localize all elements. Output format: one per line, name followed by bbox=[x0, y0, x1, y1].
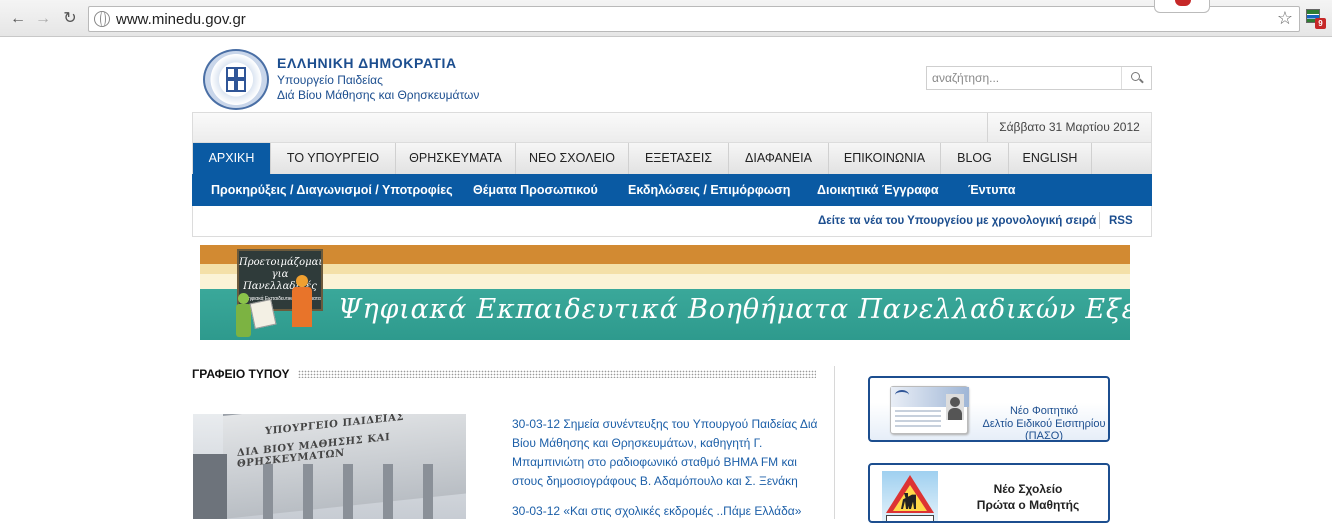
board-line-1: Προετοιμάζομαι bbox=[239, 257, 323, 268]
bookmark-star-icon[interactable]: ☆ bbox=[1277, 8, 1293, 29]
extension-badge: 9 bbox=[1315, 18, 1326, 29]
reload-icon[interactable]: ↻ bbox=[60, 9, 80, 29]
url-text[interactable]: www.minedu.gov.gr bbox=[116, 11, 246, 28]
subnav-forms[interactable]: Έντυπα bbox=[968, 174, 1015, 206]
browser-toolbar: ← → ↻ www.minedu.gov.gr ☆ 9 bbox=[0, 0, 1332, 37]
nav-blog[interactable]: BLOG bbox=[941, 143, 1009, 174]
paso-line-2: Δελτίο Ειδικού Εισιτηρίου bbox=[982, 418, 1106, 430]
forward-arrow-icon[interactable]: → bbox=[33, 9, 53, 29]
nav-exams[interactable]: ΕΞΕΤΑΣΕΙΣ bbox=[629, 143, 729, 174]
chronological-news-link[interactable]: Δείτε τα νέα του Υπουργείου με χρονολογι… bbox=[818, 206, 1096, 236]
nav-english[interactable]: ENGLISH bbox=[1009, 143, 1092, 174]
new-school-line-2: Πρώτα ο Μαθητής bbox=[976, 498, 1080, 512]
rss-link[interactable]: RSS bbox=[1109, 206, 1133, 236]
banner-title: Ψηφιακά Εκπαιδευτικά Βοηθήματα Πανελλαδι… bbox=[338, 294, 1130, 325]
nav-home[interactable]: ΑΡΧΙΚΗ bbox=[193, 143, 271, 174]
nav-religion[interactable]: ΘΡΗΣΚΕΥΜΑΤΑ bbox=[396, 143, 516, 174]
back-arrow-icon[interactable]: ← bbox=[8, 9, 28, 29]
sub-nav: Προκηρύξεις / Διαγωνισμοί / Υποτροφίες Θ… bbox=[192, 174, 1152, 206]
extension-popup-tab bbox=[1154, 0, 1210, 13]
school-sign-icon bbox=[882, 471, 938, 521]
org-title[interactable]: ΕΛΛΗΝΙΚΗ ΔΗΜΟΚΡΑΤΙΑ bbox=[277, 55, 457, 71]
address-bar[interactable]: www.minedu.gov.gr ☆ bbox=[88, 6, 1300, 32]
press-item-2[interactable]: 30-03-12 «Και στις σχολικές εκδρομές ..Π… bbox=[512, 502, 822, 521]
search-box bbox=[926, 66, 1152, 90]
subnav-admin-docs[interactable]: Διοικητικά Έγγραφα bbox=[817, 174, 939, 206]
press-office-heading: ΓΡΑΦΕΙΟ ΤΥΠΟΥ bbox=[192, 367, 290, 381]
news-links-bar: Δείτε τα νέα του Υπουργείου με χρονολογι… bbox=[192, 206, 1152, 237]
globe-icon bbox=[94, 11, 110, 27]
subnav-tenders[interactable]: Προκηρύξεις / Διαγωνισμοί / Υποτροφίες bbox=[211, 174, 453, 206]
org-subtitle-lifelong: Διά Βίου Μάθησης και Θρησκευμάτων bbox=[277, 88, 480, 102]
nav-ministry[interactable]: ΤΟ ΥΠΟΥΡΓΕΙΟ bbox=[271, 143, 396, 174]
student-card-icon bbox=[890, 386, 969, 434]
subnav-personnel[interactable]: Θέματα Προσωπικού bbox=[473, 174, 598, 206]
search-icon[interactable] bbox=[1121, 67, 1151, 89]
paso-line-3: (ΠΑΣΟ) bbox=[1025, 430, 1063, 442]
subnav-events[interactable]: Εκδηλώσεις / Επιμόρφωση bbox=[628, 174, 790, 206]
ministry-building-photo[interactable]: ΥΠΟΥΡΓΕΙΟ ΠΑΙΔΕΙΑΣ ΔΙΑ ΒΙΟΥ ΜΑΘΗΣΗΣ ΚΑΙ … bbox=[193, 414, 466, 519]
main-nav: ΑΡΧΙΚΗ ΤΟ ΥΠΟΥΡΓΕΙΟ ΘΡΗΣΚΕΥΜΑΤΑ ΝΕΟ ΣΧΟΛ… bbox=[192, 143, 1152, 174]
exams-banner[interactable]: Προετοιμάζομαι για Πανελλαδικές Ψηφιακά … bbox=[200, 245, 1130, 340]
current-date: Σάββατο 31 Μαρτίου 2012 bbox=[987, 113, 1151, 142]
date-bar: Σάββατο 31 Μαρτίου 2012 bbox=[192, 112, 1152, 143]
org-subtitle-ministry: Υπουργείο Παιδείας bbox=[277, 73, 383, 87]
extension-icon[interactable]: 9 bbox=[1306, 9, 1326, 29]
nav-transparency[interactable]: ΔΙΑΦΑΝΕΙΑ bbox=[729, 143, 829, 174]
cross-shield-icon bbox=[226, 67, 246, 92]
press-item-1[interactable]: 30-03-12 Σημεία συνέντευξης του Υπουργού… bbox=[512, 415, 822, 491]
greek-seal-logo[interactable] bbox=[203, 49, 269, 110]
teacher-figure-icon bbox=[286, 275, 320, 337]
paso-line-1: Νέο Φοιτητικό bbox=[1009, 405, 1079, 417]
nav-contact[interactable]: ΕΠΙΚΟΙΝΩΝΙΑ bbox=[829, 143, 941, 174]
new-school-banner[interactable]: Νέο Σχολείο Πρώτα ο Μαθητής bbox=[868, 463, 1110, 523]
divider bbox=[1099, 212, 1100, 229]
nav-new-school[interactable]: ΝΕΟ ΣΧΟΛΕΙΟ bbox=[516, 143, 629, 174]
new-school-line-1: Νέο Σχολείο bbox=[993, 482, 1063, 496]
search-input[interactable] bbox=[927, 67, 1123, 89]
paso-card-banner[interactable]: Νέο Φοιτητικό Δελτίο Ειδικού Εισιτηρίου … bbox=[868, 376, 1110, 442]
dotted-rule bbox=[298, 370, 816, 378]
column-divider bbox=[834, 366, 835, 519]
